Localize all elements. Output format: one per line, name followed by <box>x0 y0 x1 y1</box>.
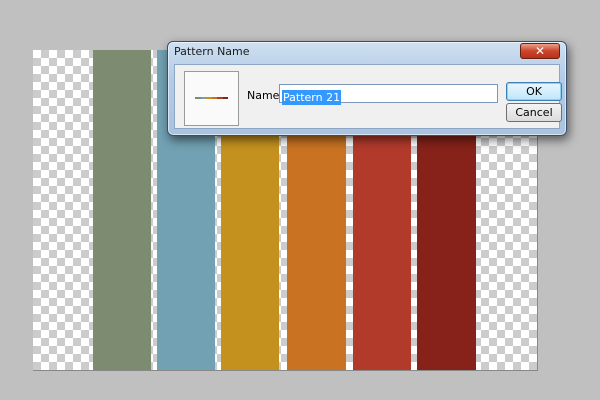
dialog-titlebar[interactable]: Pattern Name ✕ <box>168 42 566 62</box>
name-label: Name: <box>247 89 284 102</box>
pattern-preview <box>184 71 239 126</box>
ok-button[interactable]: OK <box>506 82 562 101</box>
close-button[interactable]: ✕ <box>520 43 560 59</box>
dialog-body: Name: Pattern 21 OK Cancel <box>174 64 562 129</box>
cancel-button[interactable]: Cancel <box>506 103 562 122</box>
close-icon: ✕ <box>534 44 546 58</box>
preview-color-segment <box>222 97 228 99</box>
dialog-title: Pattern Name <box>174 45 250 58</box>
pattern-preview-thumbnail <box>195 97 228 99</box>
name-input-value: Pattern 21 <box>282 90 342 105</box>
pattern-name-dialog: Pattern Name ✕ Name: Pattern 21 OK Cance… <box>167 41 567 136</box>
name-input[interactable]: Pattern 21 <box>279 84 498 105</box>
stripe-sage-green <box>93 50 151 370</box>
